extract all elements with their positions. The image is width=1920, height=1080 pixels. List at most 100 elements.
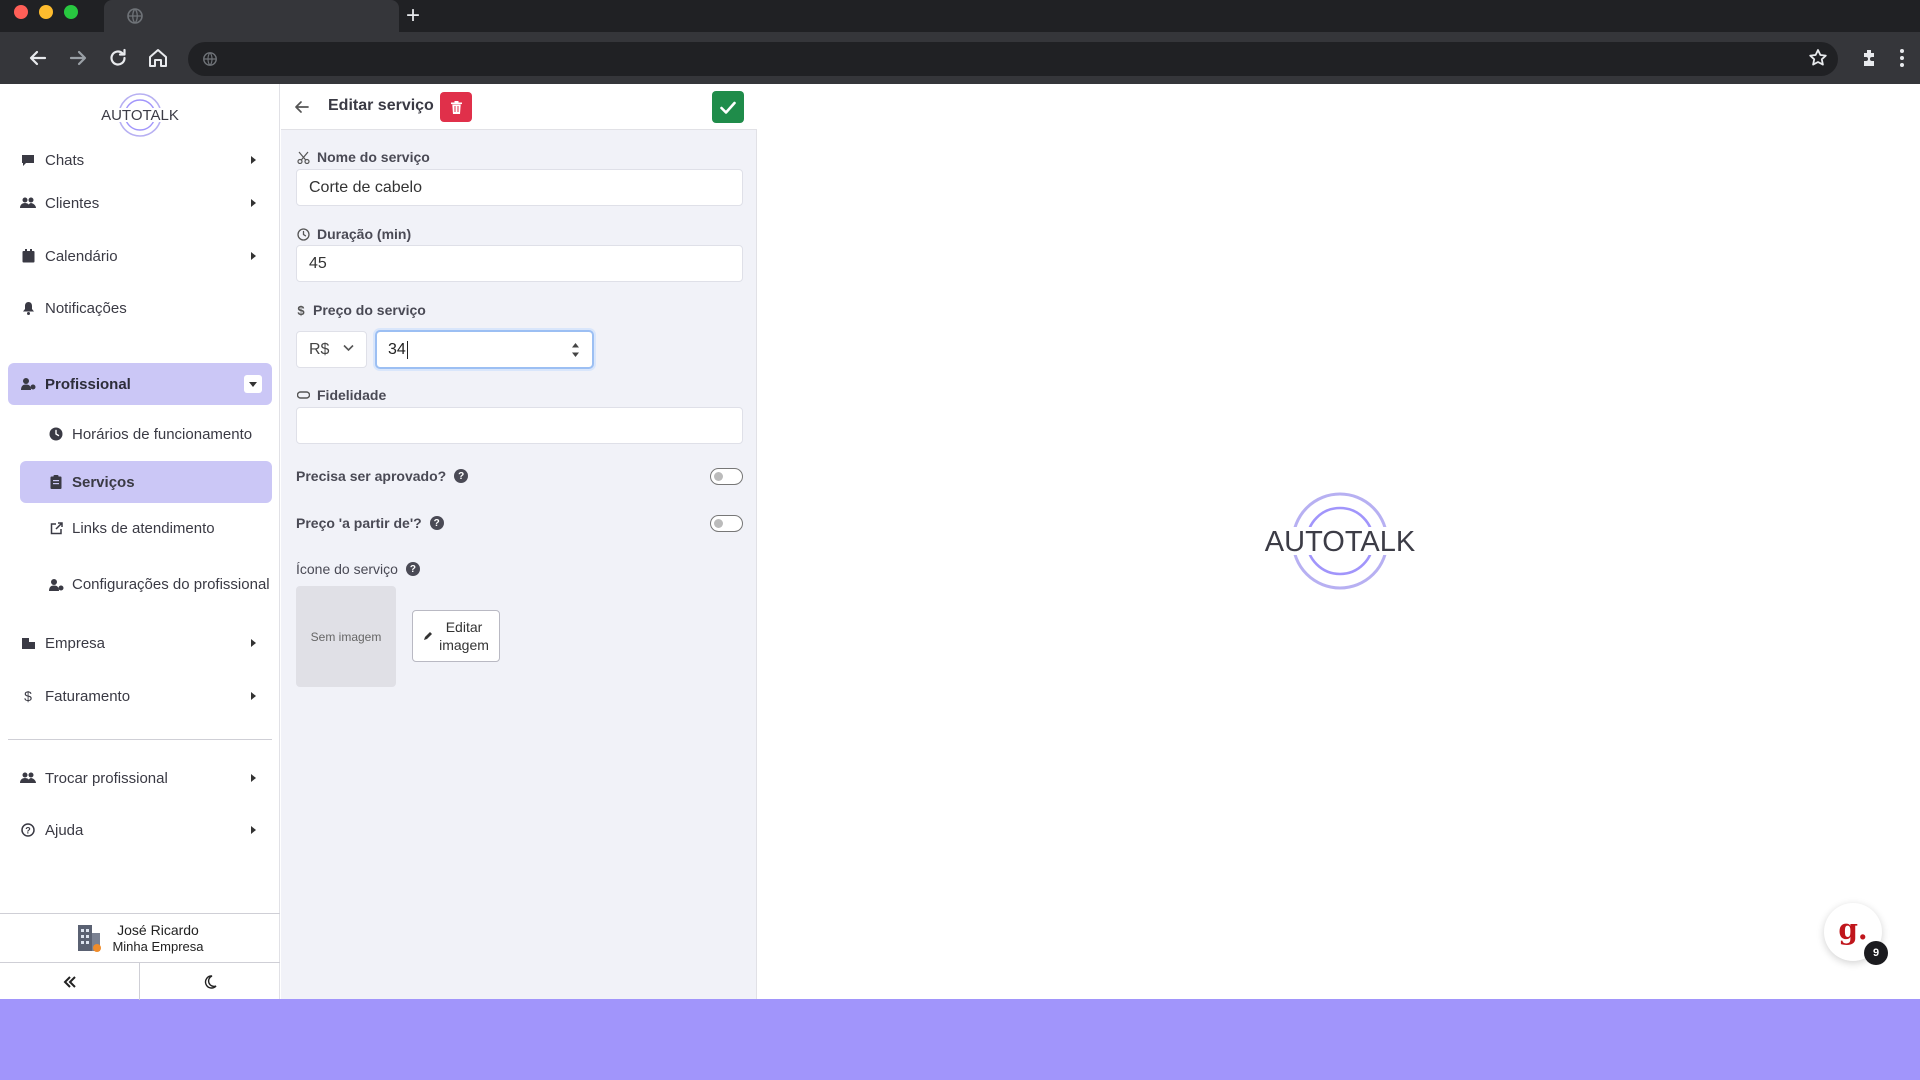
user-info[interactable]: José Ricardo Minha Empresa [0,914,280,962]
sidebar-item-profissional[interactable]: Profissional [8,363,272,405]
back-icon[interactable] [26,46,50,70]
service-icon-row: Ícone do serviço ? [296,561,743,581]
sidebar-subitem-label: Horários de funcionamento [72,425,253,443]
edit-image-button[interactable]: Editar imagem [412,610,500,662]
question-icon[interactable]: ? [454,469,469,483]
duration-label-text: Duração (min) [317,226,412,242]
service-name-label: Nome do serviço [296,149,430,165]
check-icon [720,101,736,114]
dollar-icon: $ [24,688,32,704]
new-tab-button[interactable]: + [406,2,420,30]
price-value: 34 [388,340,406,358]
app-viewport: AUTOTALK Chats Clientes Calendário Notif… [0,84,1920,1000]
sidebar-item-trocar-profissional[interactable]: Trocar profissional [8,757,272,799]
caret-right-icon[interactable] [244,687,262,705]
sidebar-item-calendario[interactable]: Calendário [8,235,272,277]
browser-toolbar [0,32,1920,84]
toggle-knob [714,518,723,528]
bell-icon [20,300,36,316]
users-swap-icon [20,770,36,786]
minimize-window-button[interactable] [39,5,53,19]
sidebar-item-label: Chats [45,151,85,169]
collapse-sidebar-button[interactable] [0,962,140,1000]
home-icon[interactable] [146,46,170,70]
sidebar-subitem-horarios[interactable]: Horários de funcionamento [20,413,272,455]
extensions-icon[interactable] [1858,46,1882,70]
svg-text:AUTOTALK: AUTOTALK [101,107,179,124]
from-price-row: Preço 'a partir de'? ? [296,515,743,535]
browser-tab-bar: + [0,0,1920,32]
caret-down-icon[interactable] [244,375,262,393]
service-name-label-text: Nome do serviço [317,149,430,165]
arrow-left-icon[interactable] [293,98,311,116]
help-circle-icon: ? [20,822,36,838]
sidebar-subitem-servicos[interactable]: Serviços [20,461,272,503]
bookmark-star-icon[interactable] [1806,46,1830,70]
moon-icon [204,974,217,989]
from-price-toggle[interactable] [710,515,743,532]
page-title: Editar serviço [328,97,434,114]
reload-icon[interactable] [106,46,130,70]
sidebar-item-label: Notificações [45,299,127,317]
caret-right-icon[interactable] [244,247,262,265]
maximize-window-button[interactable] [64,5,78,19]
from-price-label: Preço 'a partir de'? ? [296,515,743,531]
approval-label-text: Precisa ser aprovado? [296,468,447,484]
loyalty-input[interactable] [296,407,743,444]
sidebar-item-empresa[interactable]: Empresa [8,622,272,664]
sidebar-item-notificacoes[interactable]: Notificações [8,287,272,329]
browser-tab[interactable] [104,0,399,32]
sidebar-item-clientes[interactable]: Clientes [8,182,272,224]
sidebar-item-label: Clientes [45,194,100,212]
office-building-icon [78,925,102,952]
toggle-knob [714,471,723,481]
sidebar-item-ajuda[interactable]: ? Ajuda [8,809,272,851]
sidebar-item-chats[interactable]: Chats [8,139,272,181]
edit-service-panel: Editar serviço Nome do serviço Corte de … [281,84,757,999]
question-icon[interactable]: ? [405,562,420,576]
dark-mode-button[interactable] [140,962,280,1000]
forward-icon[interactable] [66,46,90,70]
sidebar-subitem-links[interactable]: Links de atendimento [20,507,272,549]
price-input[interactable]: 34 [375,330,594,369]
sidebar-subitem-label: Configurações do profissional [72,576,270,593]
number-spinner-icon[interactable] [571,340,580,360]
svg-text:AUTOTALK: AUTOTALK [1265,526,1416,558]
question-icon[interactable]: ? [429,516,444,530]
dollar-icon: $ [297,302,305,318]
address-bar[interactable] [188,42,1838,76]
sidebar-item-faturamento[interactable]: $ Faturamento [8,675,272,717]
chevron-down-icon [343,344,354,352]
sidebar-subitem-configuracoes[interactable]: Configurações do profissional [20,560,272,610]
user-name: José Ricardo [117,922,199,938]
globe-icon [203,52,217,66]
caret-right-icon[interactable] [244,194,262,212]
edit-image-label-line1: Editar [445,619,483,635]
trash-icon [450,100,462,114]
globe-icon [127,8,143,24]
caret-right-icon[interactable] [244,769,262,787]
edit-image-label: Editar imagem [439,618,489,654]
scissors-icon [296,150,310,164]
close-window-button[interactable] [14,5,28,19]
panel-header: Editar serviço [281,84,757,130]
browser-menu-icon[interactable] [1890,46,1914,70]
sidebar-item-label: Faturamento [45,687,131,705]
sidebar-item-label: Trocar profissional [45,769,168,787]
duration-input[interactable]: 45 [296,245,743,282]
delete-button[interactable] [440,92,472,122]
service-icon-label-text: Ícone do serviço [296,561,398,577]
ticket-icon [296,388,310,402]
approval-toggle[interactable] [710,468,743,485]
caret-right-icon[interactable] [244,821,262,839]
save-button[interactable] [712,91,744,123]
double-chevron-left-icon [63,975,76,988]
chat-widget-button[interactable]: g. 9 [1824,903,1888,965]
autotalk-logo: AUTOTALK [99,93,181,137]
currency-select[interactable]: R$ [296,331,367,368]
caret-right-icon[interactable] [244,634,262,652]
approval-label: Precisa ser aprovado? ? [296,468,743,484]
caret-right-icon[interactable] [244,151,262,169]
service-name-input[interactable]: Corte de cabelo [296,169,743,206]
users-icon [20,195,36,211]
